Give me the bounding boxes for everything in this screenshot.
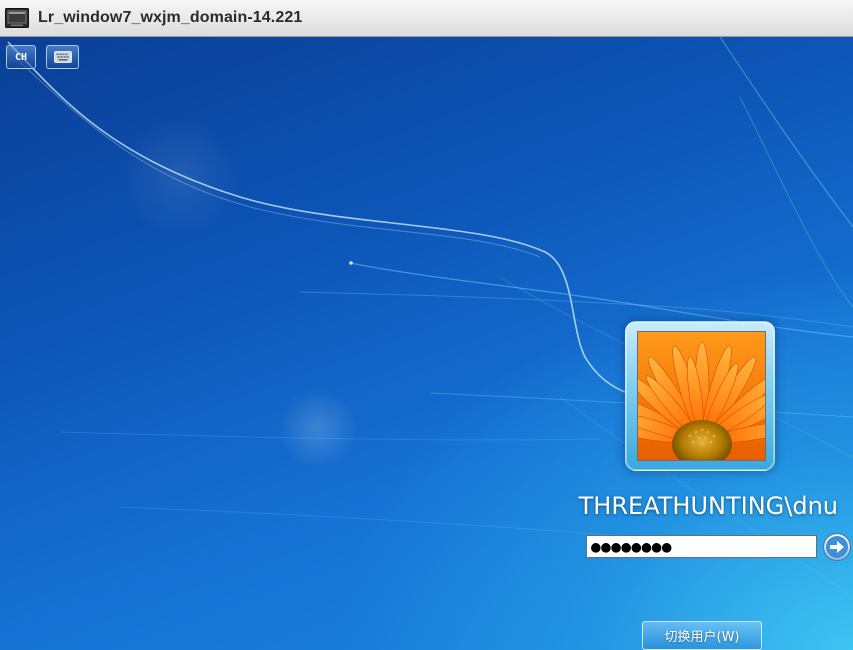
on-screen-keyboard-icon: [53, 51, 72, 63]
on-screen-keyboard-button[interactable]: [46, 45, 79, 69]
logon-screen: CH THREATHUNTING\dnu ●●●●●●●● 切换用户(W): [0, 37, 853, 650]
monitor-icon: [5, 8, 29, 28]
switch-user-button[interactable]: 切换用户(W): [642, 621, 762, 650]
flower-avatar-icon: [638, 332, 765, 460]
user-avatar: [637, 331, 766, 461]
password-input[interactable]: [586, 535, 817, 558]
window-title: Lr_window7_wxjm_domain-14.221: [38, 9, 303, 26]
remote-desktop-window: Lr_window7_wxjm_domain-14.221 CH THREATH…: [0, 0, 853, 650]
switch-user-label: 切换用户(W): [664, 630, 740, 645]
title-bar: Lr_window7_wxjm_domain-14.221: [0, 0, 853, 37]
user-name: THREATHUNTING\dnu: [578, 492, 838, 520]
language-label: CH: [14, 51, 28, 63]
arrow-right-icon[interactable]: [822, 532, 852, 562]
user-tile[interactable]: [625, 321, 775, 471]
language-button[interactable]: CH: [6, 45, 36, 69]
